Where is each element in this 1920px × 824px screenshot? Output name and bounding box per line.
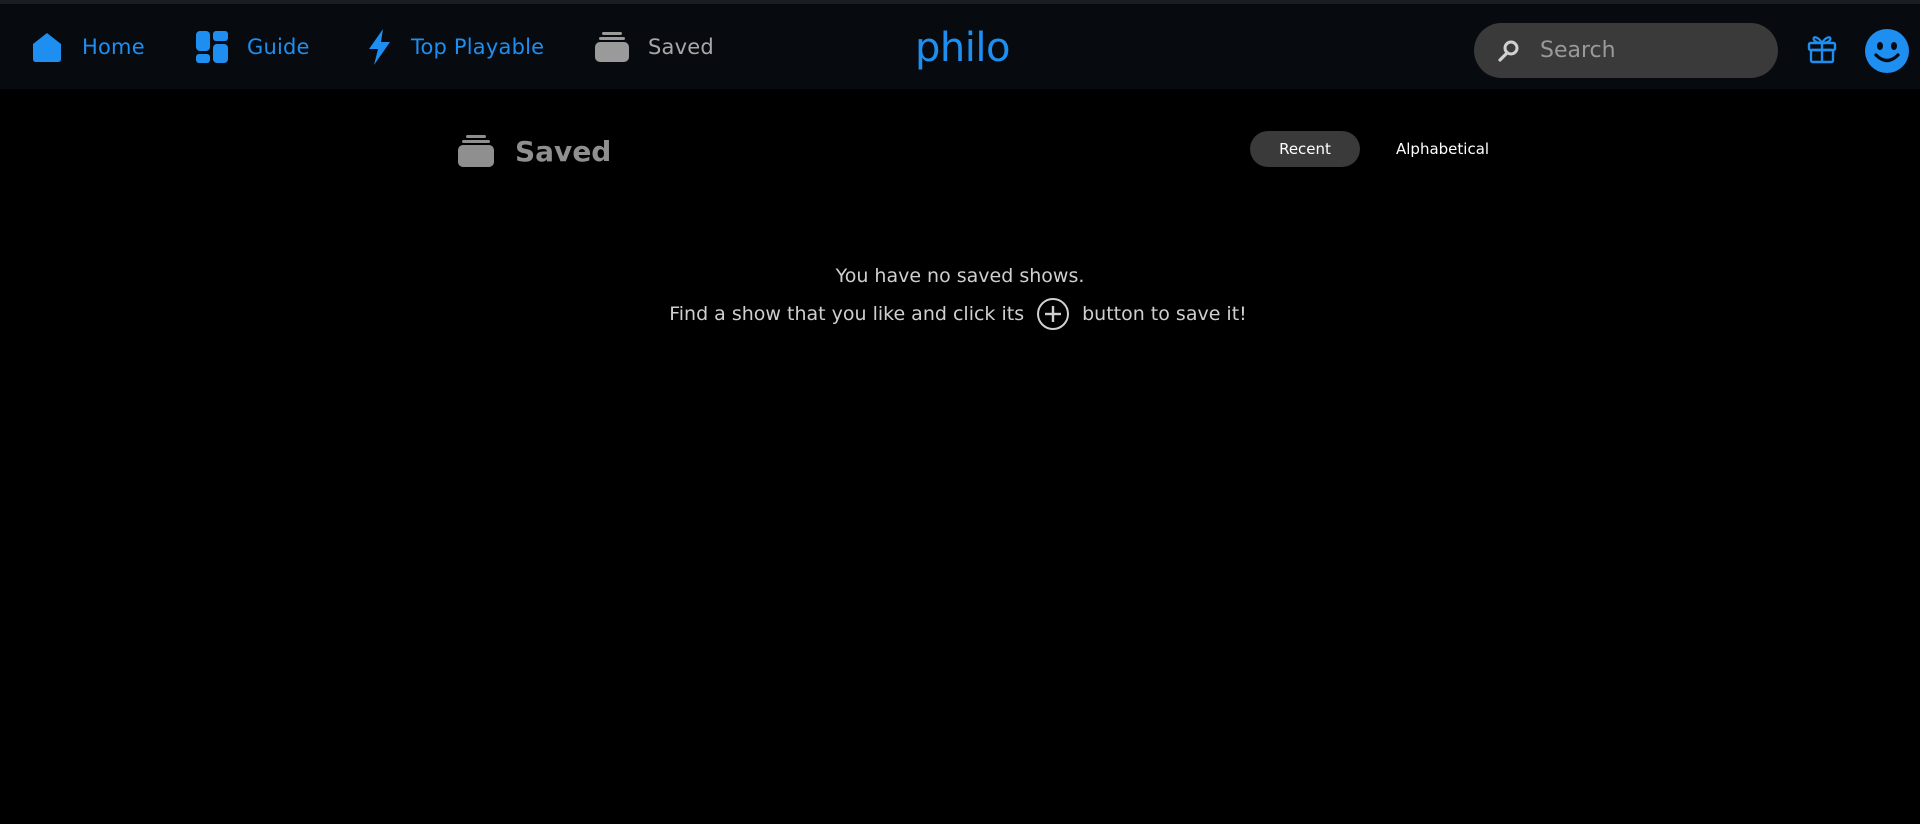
guide-icon bbox=[195, 30, 229, 64]
nav-home[interactable]: Home bbox=[30, 4, 145, 89]
search-box[interactable] bbox=[1474, 23, 1778, 78]
saved-stack-icon bbox=[457, 134, 495, 168]
nav-guide[interactable]: Guide bbox=[195, 4, 310, 89]
sort-toggle: Recent Alphabetical bbox=[1250, 131, 1517, 167]
empty-state-hint-before: Find a show that you like and click its bbox=[669, 303, 1025, 325]
nav-home-label: Home bbox=[82, 34, 145, 59]
nav-saved-label: Saved bbox=[648, 34, 714, 59]
nav-guide-label: Guide bbox=[247, 34, 310, 59]
empty-state-hint-after: button to save it! bbox=[1082, 303, 1247, 325]
home-icon bbox=[30, 31, 64, 63]
empty-state: You have no saved shows. Find a show tha… bbox=[0, 262, 1920, 332]
page-title: Saved bbox=[515, 134, 612, 168]
page-header: Saved bbox=[457, 128, 611, 174]
plus-circle-icon bbox=[1036, 297, 1070, 331]
lightning-icon bbox=[365, 28, 393, 66]
sort-recent-button[interactable]: Recent bbox=[1250, 131, 1360, 167]
nav-top-playable[interactable]: Top Playable bbox=[365, 4, 544, 89]
gift-icon[interactable] bbox=[1806, 32, 1838, 64]
search-input[interactable] bbox=[1538, 37, 1758, 64]
smiley-avatar-icon[interactable] bbox=[1864, 28, 1910, 74]
saved-stack-icon bbox=[594, 31, 630, 63]
sort-alphabetical-button[interactable]: Alphabetical bbox=[1368, 131, 1517, 167]
nav-saved[interactable]: Saved bbox=[594, 4, 714, 89]
empty-state-message: You have no saved shows. bbox=[835, 265, 1085, 287]
empty-state-hint: Find a show that you like and click its … bbox=[0, 296, 1920, 332]
top-navigation-bar: Home Guide Top Playable Saved philo Sear… bbox=[0, 0, 1920, 89]
nav-top-playable-label: Top Playable bbox=[411, 34, 545, 59]
search-icon bbox=[1496, 38, 1522, 64]
philo-logo[interactable]: philo bbox=[915, 26, 1010, 70]
